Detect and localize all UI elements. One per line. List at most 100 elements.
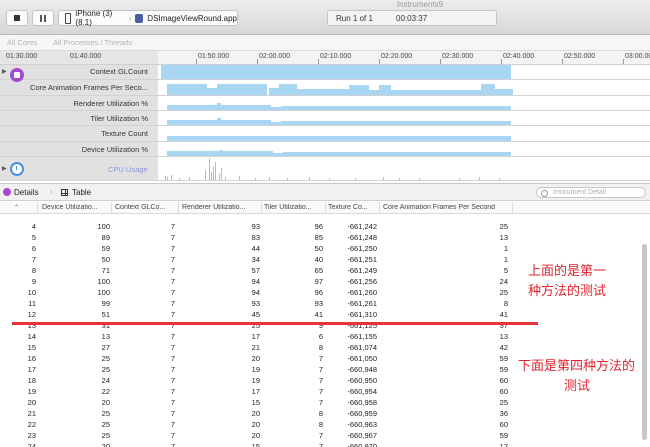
table-cell: 97 [314,277,323,286]
table-row[interactable]: 14 13 7 17 6 -661,155 13 [0,331,640,342]
table-cell: 7 [170,288,175,297]
table-cell: 7 [170,354,175,363]
disclosure-triangle-icon[interactable]: ▶ [2,165,7,172]
track-lane[interactable] [159,111,650,125]
cpu-usage-track[interactable]: ▶ CPU Usage [0,157,650,181]
table-cell: 7 [170,277,175,286]
table-cell: 16 [27,354,36,363]
table-cell: 12 [499,442,508,447]
table-cell: 8 [318,343,323,352]
table-cell: -660,954 [347,387,377,396]
track-row[interactable]: Renderer Utilization % [0,96,650,111]
table-scrollbar[interactable] [641,214,648,447]
table-row[interactable]: 23 25 7 20 7 -660,967 59 [0,430,640,441]
table-row[interactable] [0,214,640,221]
track-label: Core Animation Frames Per Seco... [30,83,148,92]
table-row[interactable]: 24 20 7 15 7 -660,970 12 [0,441,640,447]
table-cell: 41 [314,310,323,319]
track-row[interactable]: Tiler Utilization % [0,111,650,126]
target-selector[interactable]: iPhone (3) (8.1) › DSImageViewRound.app [58,9,238,27]
table-cell: 94 [251,288,260,297]
column-header[interactable]: Context GLCo... [115,204,177,211]
table-row[interactable]: 15 27 7 21 8 -661,074 42 [0,342,640,353]
table-cell: 7 [318,365,323,374]
track-activity [379,85,391,95]
column-header[interactable]: Texture Co... [328,204,378,211]
table-cell: -661,250 [347,244,377,253]
table-cell: 36 [499,409,508,418]
track-row[interactable]: Texture Count [0,126,650,142]
table-cell: 24 [101,376,110,385]
disclosure-triangle-icon[interactable]: ▶ [2,68,7,75]
table-cell: 7 [170,420,175,429]
column-header[interactable]: Core Animation Frames Per Second [383,204,513,211]
run-time: 00:03:37 [396,14,428,23]
scroll-thumb[interactable] [642,244,647,440]
track-lane[interactable] [159,126,650,141]
track-lane[interactable] [159,142,650,156]
track-activity [495,89,513,95]
table-cell: 8 [31,266,36,275]
table-cell: 20 [251,354,260,363]
column-header[interactable]: Tiler Utilizatio... [264,204,324,211]
tick-label: 02:50.000 [564,53,596,60]
table-cell: 4 [31,222,36,231]
track-lane[interactable] [159,96,650,110]
column-header[interactable]: Device Utilizatio... [42,204,110,211]
table-cell: 7 [170,343,175,352]
track-activity [217,84,267,95]
timeline-ruler[interactable]: 01:50.000 02:00.000 02:10.000 02:20.000 02:3… [158,51,650,65]
cpu-usage-lane[interactable] [159,157,650,180]
cpu-usage-bar [329,178,330,180]
table-view-label[interactable]: Table [72,188,91,197]
track-activity [167,120,217,125]
table-row[interactable]: 20 20 7 15 7 -660,958 25 [0,397,640,408]
pause-button[interactable] [32,10,54,26]
toolbar: Instruments9 iPhone (3) (8.1) › DSImageV… [0,0,650,35]
app-label: DSImageViewRound.app [147,13,237,23]
table-cell: -661,249 [347,266,377,275]
track-activity [279,84,297,95]
annotation-text: 上面的是第一 [528,264,607,279]
cpu-usage-bar [165,176,166,180]
table-cell: 59 [101,244,110,253]
track-activity [335,89,349,95]
table-row[interactable]: 5 89 7 83 85 -661,248 13 [0,232,640,243]
column-header[interactable]: Renderer Utilizatio... [182,204,260,211]
cpu-usage-bar [499,178,500,180]
table-cell: 7 [318,387,323,396]
table-cell: 89 [101,233,110,242]
instrument-detail-search[interactable]: Instrument Detail [536,187,646,198]
table-cell: 17 [251,387,260,396]
table-cell: 20 [101,398,110,407]
stop-button[interactable] [6,10,28,26]
table-row[interactable]: 12 51 7 45 41 -661,310 41 [0,309,640,320]
all-processes-button[interactable]: All Processes / Threads [53,38,132,47]
cpu-usage-bar [209,158,210,180]
table-row[interactable]: 4 100 7 93 96 -661,242 25 [0,221,640,232]
table-row[interactable]: 22 25 7 20 8 -660,963 60 [0,419,640,430]
track-row[interactable]: ▶ Context GLCount [0,64,650,82]
track-activity [207,88,217,95]
cpu-usage-bar [309,177,310,180]
track-activity [283,152,511,156]
table-cell: 25 [101,431,110,440]
table-cell: 83 [251,233,260,242]
table-row[interactable]: 21 25 7 20 8 -660,959 36 [0,408,640,419]
details-label[interactable]: Details [14,188,38,197]
track-row[interactable]: Device Utilization % [0,142,650,157]
table-cell: 7 [170,310,175,319]
all-cores-button[interactable]: All Cores [7,38,37,47]
table-row[interactable]: 6 59 7 44 50 -661,250 1 [0,243,640,254]
track-lane[interactable] [159,80,650,95]
track-activity [273,153,283,156]
sort-chevron-up-icon[interactable]: ⌃ [14,204,19,211]
track-row[interactable]: Core Animation Frames Per Seco... [0,80,650,96]
table-cell: 50 [101,255,110,264]
track-lane[interactable] [159,64,650,79]
tick-label: 03:00.000 [625,53,650,60]
table-cell: 59 [499,431,508,440]
cpu-usage-bar [215,162,216,180]
track-activity [223,151,273,156]
table-cell: 71 [101,266,110,275]
